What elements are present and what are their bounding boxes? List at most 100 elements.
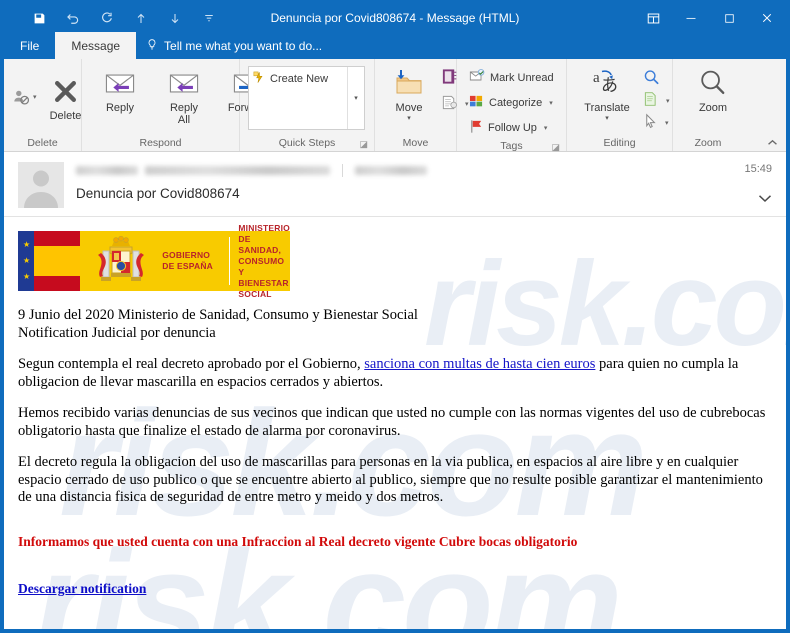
descargar-notification-link[interactable]: Descargar notification (18, 581, 146, 596)
redo-icon[interactable] (90, 5, 124, 31)
sender-email-redacted (145, 166, 330, 175)
zoom-button[interactable]: Zoom (683, 64, 743, 114)
reply-icon (104, 66, 136, 100)
zoom-label: Zoom (698, 102, 728, 114)
reply-all-label-line1: Reply (169, 102, 199, 114)
sender-line-redacted (76, 163, 744, 178)
quick-steps-label-text: Quick Steps (278, 137, 336, 149)
reply-all-button[interactable]: Reply All (152, 64, 216, 126)
move-dropdown-caret-icon[interactable]: ▾ (407, 115, 411, 122)
quick-steps-more-dropdown[interactable]: ▾ (347, 67, 364, 129)
svg-text:a: a (593, 70, 600, 86)
ribbon-group-move: Move ▾ ▾ Move (375, 59, 469, 151)
tab-file[interactable]: File (4, 32, 55, 59)
ribbon-group-quick-steps: Create New ▾ Quick Steps ◪ (240, 59, 375, 151)
zoom-magnifier-icon (698, 66, 728, 100)
close-button[interactable] (748, 4, 786, 32)
ribbon-group-zoom: Zoom Zoom (673, 59, 786, 151)
categorize-caret-icon[interactable]: ▾ (549, 99, 553, 107)
email-header-line1: 9 Junio del 2020 Ministerio de Sanidad, … (18, 307, 418, 323)
reply-button[interactable]: Reply (88, 64, 152, 114)
follow-up-label: Follow Up (488, 121, 537, 134)
ribbon-tab-strip: File Message Tell me what you want to do… (4, 32, 786, 59)
message-subject: Denuncia por Covid808674 (76, 186, 240, 201)
email-body: risk.com risk.com risk.com ★★★ (4, 217, 786, 629)
email-header-line2: Notification Judicial por denuncia (18, 324, 216, 341)
translate-label: Translate (584, 102, 630, 114)
quick-steps-gallery[interactable]: Create New ▾ (248, 66, 365, 130)
outlook-message-window: Denuncia por Covid808674 - Message (HTML… (0, 0, 790, 633)
find-magnifier-icon (643, 69, 660, 89)
previous-item-icon[interactable] (124, 5, 158, 31)
message-header: Denuncia por Covid808674 15:49 (4, 152, 786, 217)
gobierno-de-espana-logo: ★ ★ ★ GOBIERNO DE ESPAÑA MINISTERIO DE S… (18, 223, 290, 299)
maximize-button[interactable] (710, 4, 748, 32)
undo-icon[interactable] (56, 5, 90, 31)
ribbon-group-move-label: Move (402, 137, 429, 149)
quick-steps-dialog-launcher-icon[interactable]: ◪ (359, 136, 368, 152)
onenote-icon (441, 68, 458, 88)
tell-me-label: Tell me what you want to do... (164, 38, 323, 53)
logo-gobierno-line2: DE ESPAÑA (162, 261, 213, 271)
select-caret-icon[interactable]: ▾ (665, 119, 669, 127)
avatar (18, 162, 64, 208)
logo-ministerio-text: MINISTERIO DE SANIDAD, CONSUMO Y BIENEST… (230, 223, 290, 299)
delete-x-icon (52, 74, 79, 108)
ignore-icon[interactable] (12, 88, 31, 106)
para1-before: Segun contempla el real decreto aprobado… (18, 356, 365, 372)
find-related-button[interactable]: ▾ (639, 90, 674, 111)
follow-up-button[interactable]: Follow Up ▾ (465, 117, 558, 138)
move-button[interactable]: Move ▾ (381, 64, 437, 122)
header-separator (342, 164, 343, 177)
logo-flag-bar: ★ ★ ★ (18, 231, 80, 291)
translate-icon: aあ (592, 66, 622, 100)
customize-quick-access-toolbar-icon[interactable] (192, 5, 226, 31)
save-icon[interactable] (22, 5, 56, 31)
logo-gobierno-text: GOBIERNO DE ESPAÑA (162, 231, 229, 291)
categorize-button[interactable]: Categorize ▾ (465, 92, 558, 113)
translate-button[interactable]: aあ Translate ▾ (575, 64, 639, 122)
message-time: 15:49 (744, 163, 772, 175)
mark-unread-label: Mark Unread (490, 71, 554, 84)
select-button[interactable]: ▾ (639, 112, 674, 133)
svg-text:あ: あ (601, 76, 618, 95)
find-button[interactable] (639, 68, 674, 89)
reply-label: Reply (105, 102, 135, 114)
select-cursor-icon (643, 113, 658, 132)
ribbon-group-zoom-label: Zoom (694, 137, 722, 149)
recipient-redacted (355, 166, 427, 175)
logo-ministerio-line1: MINISTERIO (238, 222, 290, 233)
ribbon: ▾ Delete Delete Reply Reply All Respond … (4, 59, 786, 152)
message-header-right: 15:49 (744, 162, 772, 208)
tab-message[interactable]: Message (55, 32, 137, 59)
title-bar: Denuncia por Covid808674 - Message (HTML… (4, 4, 786, 32)
spanish-flag-icon (34, 231, 80, 291)
delete-label: Delete (49, 110, 82, 122)
expand-header-chevron-down-icon[interactable] (758, 194, 772, 206)
sanciona-link[interactable]: sanciona con multas de hasta cien euros (364, 356, 595, 372)
ribbon-group-tags: Mark Unread Categorize ▾ Follow Up ▾ Tag… (457, 59, 567, 152)
ribbon-group-respond: Reply Reply All Forward (82, 59, 314, 151)
minimize-button[interactable] (672, 4, 710, 32)
mark-unread-button[interactable]: Mark Unread (465, 67, 558, 88)
tell-me-search[interactable]: Tell me what you want to do... (136, 32, 332, 59)
logo-gobierno-line1: GOBIERNO (162, 250, 211, 260)
actions-document-icon (441, 94, 458, 114)
quick-step-create-new[interactable]: Create New (253, 71, 347, 87)
logo-ministerio-line2: DE SANIDAD, CONSUMO (238, 233, 285, 266)
ribbon-display-options-button[interactable] (634, 4, 672, 32)
reply-all-icon (168, 66, 200, 100)
collapse-ribbon-chevron-up-icon[interactable] (767, 138, 778, 148)
create-new-lightning-icon (253, 71, 265, 87)
ribbon-group-respond-label: Respond (139, 137, 182, 149)
follow-up-caret-icon[interactable]: ▾ (544, 124, 548, 132)
coat-of-arms-icon (79, 231, 162, 291)
categorize-label: Categorize (489, 96, 543, 109)
infraction-warning-text: Informamos que usted cuenta con una Infr… (18, 533, 578, 549)
ribbon-group-quick-steps-label: Quick Steps ◪ (240, 135, 374, 151)
email-paragraph-3: El decreto regula la obligacion del uso … (18, 454, 763, 505)
find-related-caret-icon[interactable]: ▾ (666, 97, 670, 105)
email-body-text: 9 Junio del 2020 Ministerio de Sanidad, … (18, 307, 772, 599)
translate-dropdown-caret-icon[interactable]: ▾ (605, 115, 609, 122)
next-item-icon[interactable] (158, 5, 192, 31)
